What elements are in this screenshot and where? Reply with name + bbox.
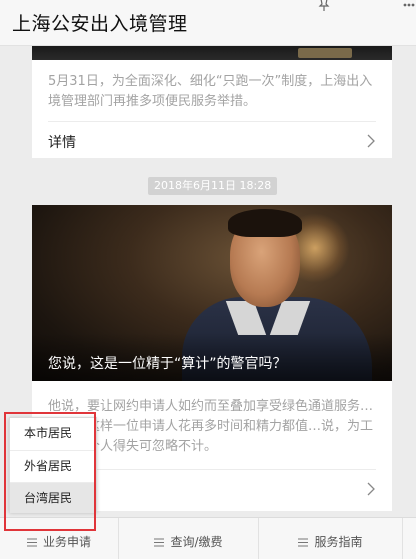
menu-item-other-province-resident[interactable]: 外省居民 [10, 450, 96, 481]
tab-content: 查询/缴费 [119, 533, 258, 550]
bottom-menu-bar: 业务申请 查询/缴费 服务指南 [0, 517, 416, 559]
tab-query-payment[interactable]: 查询/缴费 [119, 518, 259, 559]
tab-label: 服务指南 [314, 535, 363, 549]
message-timestamp: 2018年6月11日 18:28 [148, 177, 278, 195]
page-title: 上海公安出入境管理 [12, 13, 188, 35]
tab-content: 服务指南 [259, 533, 402, 550]
chevron-right-icon [367, 134, 375, 148]
tab-label: 业务申请 [42, 535, 91, 549]
article-title: 您说，这是一位精于“算计”的警官吗？ [48, 356, 287, 372]
menu-icon [154, 538, 165, 547]
menu-icon [298, 538, 309, 547]
article-cover-image [32, 46, 392, 60]
chevron-right-icon [367, 482, 375, 496]
tab-content: 业务申请 [0, 533, 118, 550]
menu-item-taiwan-resident[interactable]: 台湾居民 [10, 482, 96, 513]
header-bar: 上海公安出入境管理 [0, 0, 416, 46]
menu-icon [26, 538, 37, 547]
photo-hair [228, 209, 302, 237]
article-description: 5月31日，为全面深化、细化“只跑一次”制度，上海出入境管理部门再推多项便民服务… [48, 74, 373, 109]
more-icon[interactable] [402, 0, 416, 12]
details-link[interactable] [48, 470, 376, 508]
cover-decoration [298, 48, 352, 58]
article-description: 他说，要让网约申请人如约而至叠加享受绿色通道服务…说，为这样一位申请人花再多时间… [48, 399, 374, 454]
details-link[interactable]: 详情 [48, 122, 376, 160]
tab-business-application[interactable]: 业务申请 [0, 518, 119, 559]
menu-item-local-resident[interactable]: 本市居民 [10, 418, 96, 449]
submenu-popup: 本市居民 外省居民 台湾居民 [9, 417, 97, 513]
details-label: 详情 [48, 135, 76, 151]
pin-icon[interactable] [317, 0, 331, 12]
article-cover-photo[interactable]: 您说，这是一位精于“算计”的警官吗？ [32, 205, 392, 381]
tab-service-guide[interactable]: 服务指南 [259, 518, 403, 559]
article-card[interactable]: 5月31日，为全面深化、细化“只跑一次”制度，上海出入境管理部门再推多项便民服务… [32, 46, 392, 158]
tab-label: 查询/缴费 [170, 535, 223, 549]
